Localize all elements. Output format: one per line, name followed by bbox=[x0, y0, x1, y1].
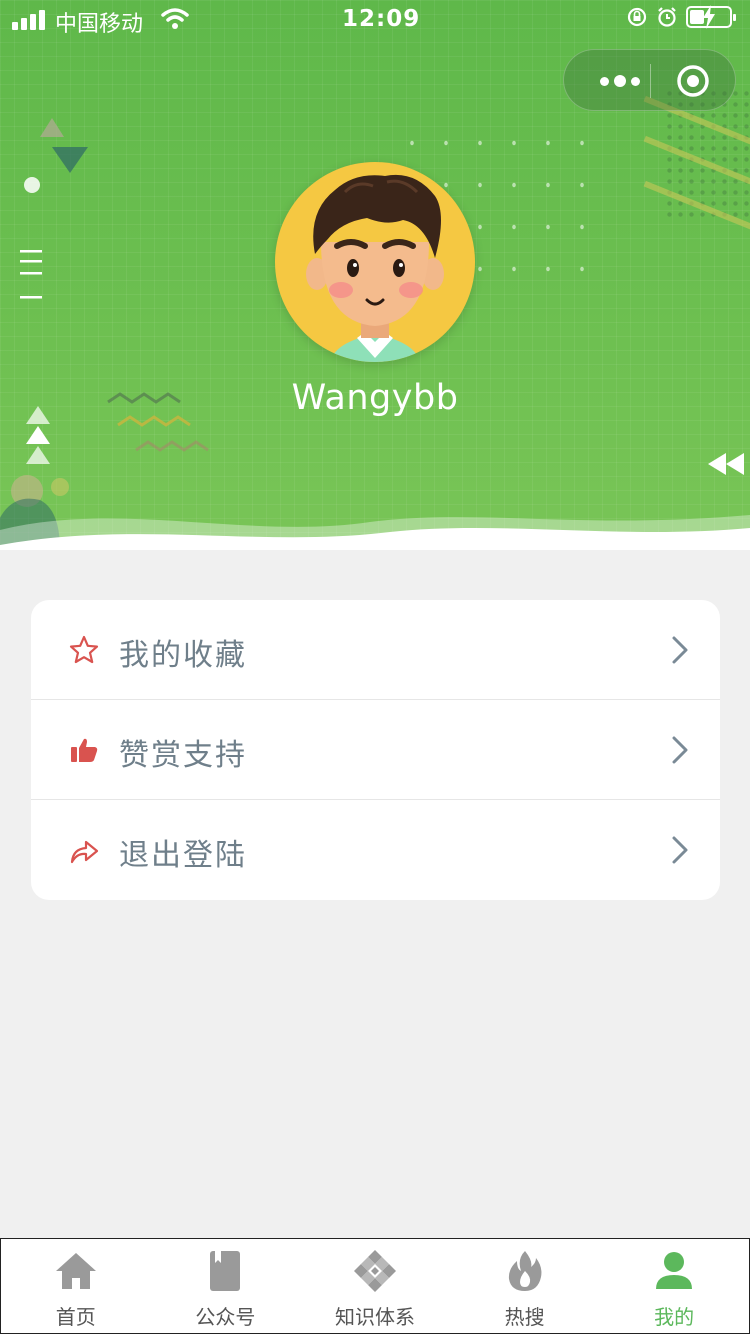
home-icon bbox=[55, 1253, 96, 1289]
share-arrow-icon bbox=[70, 840, 99, 864]
menu-item-logout[interactable]: 退出登陆 bbox=[31, 800, 720, 900]
status-bar: 中国移动 12:09 bbox=[0, 0, 750, 40]
book-icon bbox=[210, 1251, 241, 1291]
star-icon bbox=[69, 635, 99, 664]
thumbs-up-icon bbox=[71, 738, 98, 762]
chevron-right-icon bbox=[672, 736, 688, 764]
capsule-divider bbox=[650, 64, 651, 98]
chevron-right-icon bbox=[672, 836, 688, 864]
tab-mine[interactable]: 我的 bbox=[599, 1239, 749, 1333]
profile-header: 中国移动 12:09 Wangybb bbox=[0, 0, 750, 550]
tab-label: 我的 bbox=[654, 1305, 695, 1329]
username: Wangybb bbox=[291, 378, 459, 418]
tab-label: 知识体系 bbox=[334, 1305, 415, 1329]
diamond-grid-icon bbox=[353, 1250, 396, 1292]
avatar[interactable] bbox=[275, 162, 475, 362]
menu-item-label: 赞赏支持 bbox=[119, 738, 247, 773]
person-icon bbox=[656, 1252, 693, 1289]
tab-label: 公众号 bbox=[195, 1305, 256, 1329]
tab-label: 热搜 bbox=[504, 1305, 545, 1329]
tab-label: 首页 bbox=[55, 1305, 96, 1329]
carrier-name: 中国移动 bbox=[55, 12, 144, 37]
menu-item-favorites[interactable]: 我的收藏 bbox=[31, 600, 720, 700]
rotation-lock-icon bbox=[627, 7, 647, 27]
menu-item-label: 退出登陆 bbox=[119, 838, 247, 873]
menu-item-label: 我的收藏 bbox=[119, 638, 247, 673]
flame-icon bbox=[508, 1251, 542, 1291]
signal-icon bbox=[12, 10, 45, 30]
tab-bar: 首页 公众号 知识体系 热搜 我的 bbox=[0, 1238, 750, 1334]
tab-official-accounts[interactable]: 公众号 bbox=[151, 1239, 301, 1333]
miniprogram-capsule bbox=[563, 49, 736, 111]
battery-icon bbox=[686, 5, 736, 29]
tab-hot-search[interactable]: 热搜 bbox=[450, 1239, 600, 1333]
target-icon[interactable] bbox=[676, 64, 710, 98]
menu-item-support[interactable]: 赞赏支持 bbox=[31, 700, 720, 800]
more-dots-icon[interactable] bbox=[588, 50, 652, 112]
menu-card: 我的收藏 赞赏支持 退出登陆 bbox=[31, 600, 720, 900]
cartoon-avatar-icon bbox=[306, 174, 444, 362]
alarm-icon bbox=[658, 7, 676, 27]
wifi-icon bbox=[161, 8, 189, 29]
tab-home[interactable]: 首页 bbox=[1, 1239, 151, 1333]
status-time: 12:09 bbox=[342, 6, 421, 32]
chevron-right-icon bbox=[672, 636, 688, 664]
tab-knowledge[interactable]: 知识体系 bbox=[300, 1239, 450, 1333]
